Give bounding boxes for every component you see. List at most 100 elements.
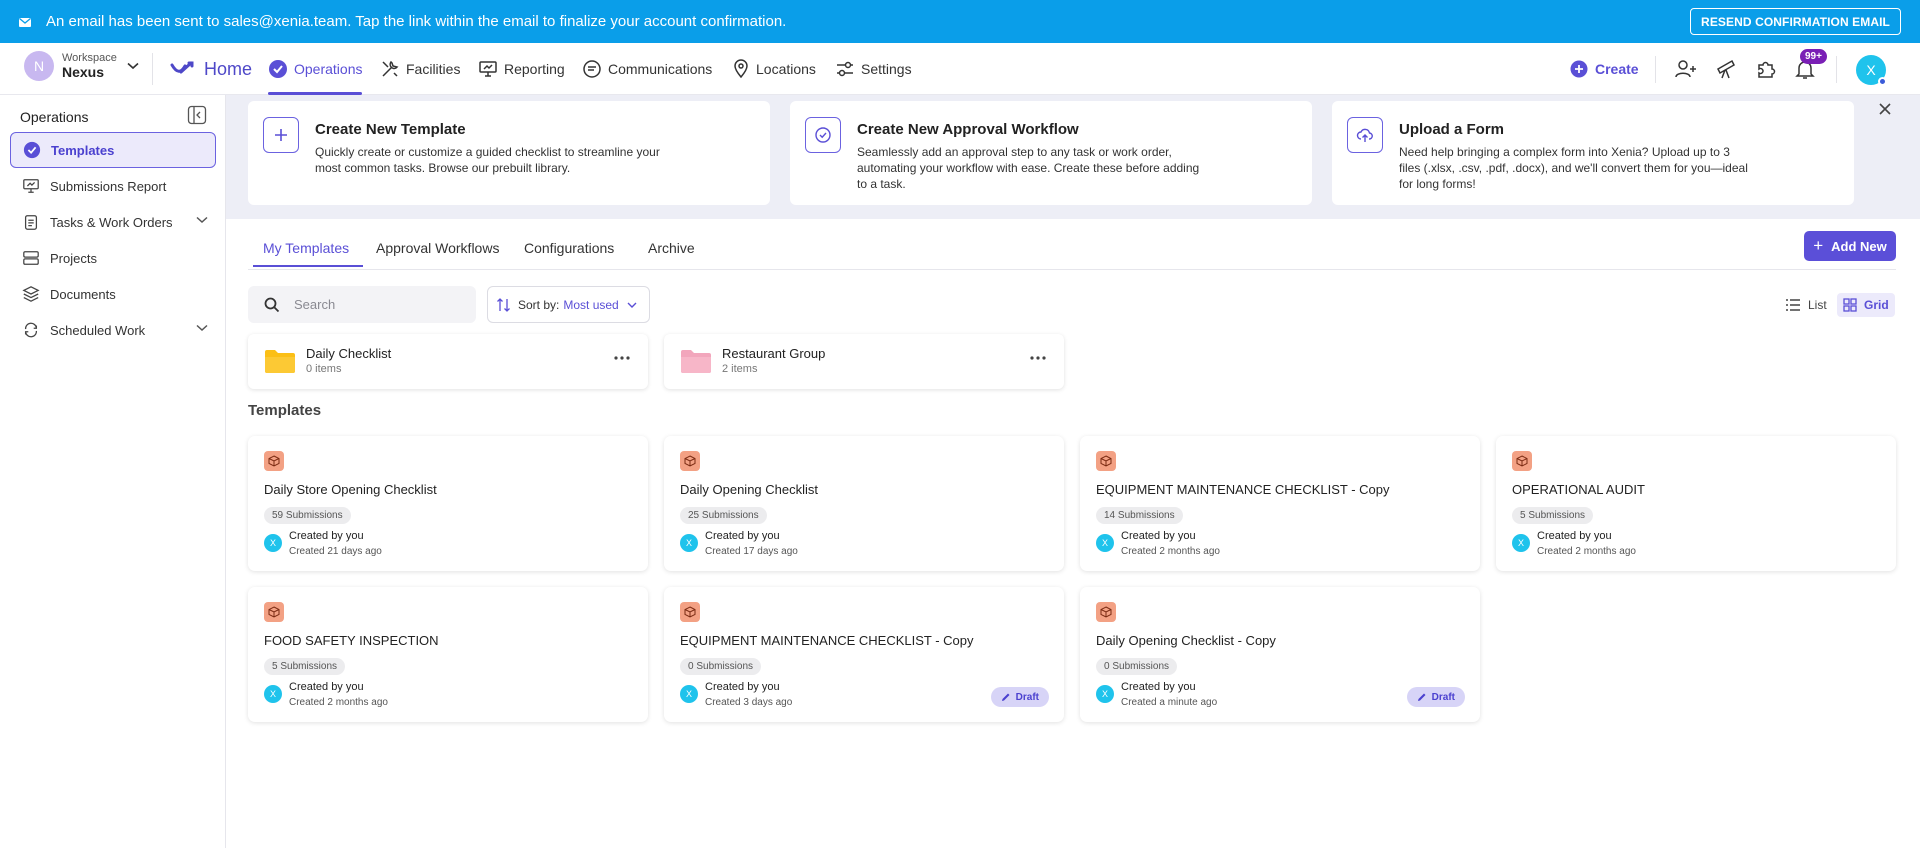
nav-communications[interactable]: Communications: [582, 43, 712, 95]
chevron-down-icon: [127, 62, 139, 70]
grid-view-label: Grid: [1864, 298, 1889, 312]
search-icon: [264, 297, 280, 312]
telescope-icon[interactable]: [1714, 57, 1738, 81]
box-icon: [684, 455, 696, 467]
created-by: Created by you: [1537, 530, 1612, 542]
folder-card[interactable]: Daily Checklist 0 items: [248, 334, 648, 389]
more-options-icon[interactable]: [614, 356, 630, 360]
top-navigation: N Workspace Nexus Home Operations Facili…: [0, 43, 1920, 95]
sidebar-item-label: Submissions Report: [50, 178, 167, 194]
template-card[interactable]: Daily Opening Checklist 25 Submissions X Cr…: [664, 436, 1064, 571]
created-ago: Created 17 days ago: [705, 546, 798, 557]
tab-configurations[interactable]: Configurations: [524, 229, 614, 267]
search-input[interactable]: [294, 297, 454, 312]
sidebar-item-templates[interactable]: Templates: [10, 132, 216, 168]
help-card-title: Create New Approval Workflow: [857, 121, 1079, 138]
xenia-logo-icon: [170, 61, 194, 74]
getting-started-panel: Create New Template Quickly create or cu…: [226, 95, 1920, 219]
presentation-chart-icon: [479, 61, 497, 77]
folder-name: Daily Checklist: [306, 346, 392, 361]
nav-locations[interactable]: Locations: [732, 43, 816, 95]
collapse-sidebar-icon[interactable]: [187, 105, 207, 125]
cloud-upload-icon: [1347, 117, 1383, 153]
folder-name: Restaurant Group: [722, 346, 826, 361]
nav-operations[interactable]: Operations: [268, 43, 363, 95]
template-name: EQUIPMENT MAINTENANCE CHECKLIST - Copy: [1096, 482, 1390, 497]
nav-settings[interactable]: Settings: [835, 43, 912, 95]
help-card-upload-form[interactable]: Upload a Form Need help bringing a compl…: [1332, 101, 1854, 205]
location-pin-icon: [734, 59, 748, 79]
sidebar-item-documents[interactable]: Documents: [10, 276, 216, 312]
box-icon: [1100, 455, 1112, 467]
chat-icon: [583, 60, 601, 78]
nav-operations-label: Operations: [294, 61, 363, 77]
tab-my-templates[interactable]: My Templates: [252, 229, 364, 267]
sidebar-title: Operations: [20, 109, 89, 125]
create-button[interactable]: Create: [1570, 43, 1639, 95]
check-circle-icon: [269, 60, 287, 78]
layers-icon: [22, 286, 40, 302]
template-icon: [1096, 451, 1116, 471]
draft-badge[interactable]: Draft: [990, 687, 1049, 707]
help-card-create-template[interactable]: Create New Template Quickly create or cu…: [248, 101, 770, 205]
sidebar-item-projects[interactable]: Projects: [10, 240, 216, 276]
draft-badge[interactable]: Draft: [1406, 687, 1465, 707]
created-by: Created by you: [1121, 681, 1196, 693]
sidebar-item-tasks-work-orders[interactable]: Tasks & Work Orders: [10, 204, 216, 240]
tab-approval-workflows[interactable]: Approval Workflows: [376, 229, 499, 267]
pencil-icon: [1001, 693, 1010, 701]
status-dot: [1878, 77, 1887, 86]
template-icon: [680, 602, 700, 622]
creator-avatar: X: [680, 534, 698, 552]
nav-reporting-label: Reporting: [504, 61, 565, 77]
sort-dropdown[interactable]: Sort by: Most used: [487, 286, 650, 323]
template-icon: [1096, 602, 1116, 622]
grid-view-toggle[interactable]: Grid: [1837, 293, 1895, 317]
sidebar-item-label: Tasks & Work Orders: [50, 214, 173, 230]
creator-avatar: X: [264, 685, 282, 703]
workspace-switcher[interactable]: N Workspace Nexus: [24, 51, 139, 81]
template-card[interactable]: EQUIPMENT MAINTENANCE CHECKLIST - Copy 0 …: [664, 587, 1064, 722]
divider: [152, 53, 153, 85]
notification-badge: 99+: [1800, 49, 1827, 64]
list-view-toggle[interactable]: List: [1779, 293, 1833, 317]
nav-facilities[interactable]: Facilities: [380, 43, 460, 95]
folder-count: 0 items: [306, 363, 342, 375]
list-icon: [1786, 299, 1800, 311]
resend-confirmation-button[interactable]: RESEND CONFIRMATION EMAIL: [1690, 8, 1901, 35]
folder-card[interactable]: Restaurant Group 2 items: [664, 334, 1064, 389]
template-card[interactable]: Daily Opening Checklist - Copy 0 Submissi…: [1080, 587, 1480, 722]
created-by: Created by you: [289, 530, 364, 542]
template-card[interactable]: FOOD SAFETY INSPECTION 5 Submissions X Crea…: [248, 587, 648, 722]
submissions-badge: 59 Submissions: [264, 507, 351, 524]
submissions-badge: 5 Submissions: [264, 658, 346, 675]
sort-label: Sort by:: [518, 297, 560, 312]
draft-label: Draft: [1431, 691, 1455, 703]
template-card[interactable]: Daily Store Opening Checklist 59 Submissi…: [248, 436, 648, 571]
created-by: Created by you: [705, 530, 780, 542]
nav-home[interactable]: Home: [170, 43, 252, 95]
folder-count: 2 items: [722, 363, 758, 375]
template-card[interactable]: OPERATIONAL AUDIT 5 Submissions X Created b…: [1496, 436, 1896, 571]
report-icon: [23, 179, 39, 193]
add-user-icon[interactable]: [1674, 57, 1698, 81]
grid-icon: [1843, 298, 1857, 312]
submissions-badge: 0 Submissions: [1096, 658, 1178, 675]
created-ago: Created 2 months ago: [1121, 546, 1220, 557]
tab-archive[interactable]: Archive: [648, 229, 695, 267]
nav-reporting[interactable]: Reporting: [478, 43, 565, 95]
nav-settings-label: Settings: [861, 61, 912, 77]
help-card-description: Quickly create or customize a guided che…: [315, 145, 660, 175]
puzzle-icon[interactable]: [1754, 57, 1778, 81]
help-card-title: Create New Template: [315, 121, 466, 138]
more-options-icon[interactable]: [1030, 356, 1046, 360]
sidebar-item-submissions-report[interactable]: Submissions Report: [10, 168, 216, 204]
user-avatar[interactable]: X: [1856, 55, 1887, 86]
sidebar-item-scheduled-work[interactable]: Scheduled Work: [10, 312, 216, 348]
add-new-button[interactable]: + Add New: [1804, 231, 1896, 261]
close-icon[interactable]: [1878, 102, 1892, 116]
template-card[interactable]: EQUIPMENT MAINTENANCE CHECKLIST - Copy 14…: [1080, 436, 1480, 571]
created-ago: Created 2 months ago: [1537, 546, 1636, 557]
user-avatar-letter: X: [1866, 62, 1876, 78]
help-card-approval-workflow[interactable]: Create New Approval Workflow Seamlessly …: [790, 101, 1312, 205]
